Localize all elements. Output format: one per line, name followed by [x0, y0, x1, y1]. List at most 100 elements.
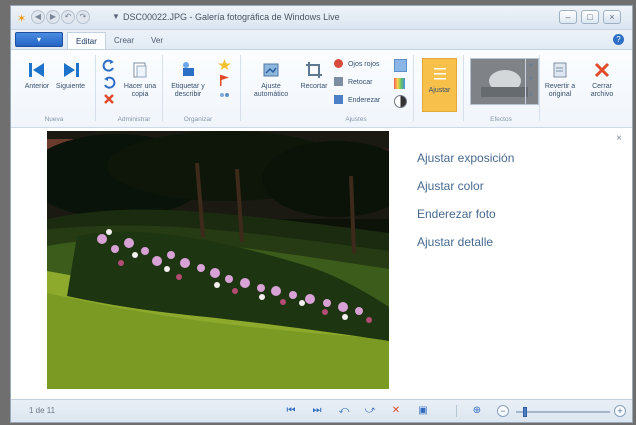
group-separator [95, 55, 96, 121]
next-icon [63, 63, 79, 77]
enderezar-label: Enderezar [347, 97, 381, 104]
fix-panel: Ajustar exposición Ajustar color Enderez… [417, 148, 514, 260]
undo-qa-icon[interactable]: ↶ [61, 10, 75, 24]
slideshow-icon[interactable]: ▣ [415, 404, 431, 418]
photo-canvas[interactable] [47, 131, 389, 389]
redo-qa-icon[interactable]: ↷ [76, 10, 90, 24]
group-separator [413, 55, 414, 121]
exposure-icon[interactable] [394, 59, 407, 72]
revertir-label: Revertir a original [544, 83, 576, 98]
forward-qa-icon[interactable]: ▶ [46, 10, 60, 24]
copy-icon [133, 62, 147, 78]
ajustar-label: Ajustar [428, 87, 451, 94]
contrast-icon[interactable] [394, 95, 407, 108]
ajuste-automatico-label: Ajuste automático [253, 83, 289, 98]
etiquetar-label: Etiquetar y describir [171, 83, 205, 98]
zoom-slider[interactable] [516, 407, 610, 417]
retouch-icon [334, 77, 343, 86]
cerrar-archivo-label: Cerrar archivo [590, 83, 614, 98]
favorite-icon[interactable] [217, 58, 232, 71]
recortar-label: Recortar [300, 83, 328, 90]
group-separator [240, 55, 241, 121]
adjust-detail-link[interactable]: Ajustar detalle [417, 232, 514, 260]
ojos-rojos-button[interactable]: Ojos rojos [334, 59, 379, 68]
close-window-button[interactable]: × [603, 10, 621, 24]
organize-small-tools [214, 58, 234, 106]
quick-access-dropdown-icon[interactable]: ▼ [112, 12, 120, 21]
title-bar: ✶ ◀ ▶ ↶ ↷ ▼ DSC00022.JPG - Galería fotog… [11, 6, 632, 30]
group-label-nueva: Nueva [44, 116, 64, 123]
zoom-out-icon[interactable]: − [497, 405, 509, 417]
anterior-label: Anterior [24, 83, 50, 90]
photo-view-area: × Ajustar exposición Ajustar color Ender… [11, 128, 632, 399]
rotate-left-icon[interactable] [102, 58, 116, 72]
delete-icon[interactable] [102, 92, 116, 106]
siguiente-button[interactable]: Siguiente [55, 60, 86, 91]
straighten-photo-link[interactable]: Enderezar foto [417, 204, 514, 232]
color-icon[interactable] [394, 78, 405, 89]
ajustar-button[interactable]: Ajustar [422, 58, 457, 112]
ojos-rojos-label: Ojos rojos [347, 61, 380, 68]
revert-icon [553, 62, 567, 78]
delete-status-icon[interactable]: ✕ [388, 404, 404, 418]
fix-panel-close-icon[interactable]: × [616, 133, 622, 144]
status-bar: 1 de 11 ⏮ ⏭ ⤺ ⤻ ✕ ▣ ⊕ − + [11, 399, 632, 422]
people-tag-icon[interactable] [217, 90, 232, 103]
help-icon[interactable]: ? [613, 34, 624, 45]
group-label-efectos: Efectos [490, 116, 512, 123]
first-photo-icon[interactable]: ⏮ [283, 404, 299, 418]
ribbon-tabs: ▾ Editar Crear Ver ? [11, 30, 632, 50]
effects-gallery-scroll[interactable]: ▲ ▼ ▾ [525, 59, 536, 104]
anterior-button[interactable]: Anterior [24, 60, 50, 91]
zoom-in-icon[interactable]: + [614, 405, 626, 417]
hacer-copia-label: Hacer una copia [123, 83, 157, 98]
tag-icon [183, 62, 194, 76]
next-photo-icon[interactable]: ⏭ [309, 404, 325, 418]
flag-icon[interactable] [217, 74, 232, 87]
status-separator [456, 405, 457, 417]
tab-editar[interactable]: Editar [67, 32, 106, 49]
actual-size-icon[interactable]: ⊕ [469, 404, 485, 418]
adjust-exposure-link[interactable]: Ajustar exposición [417, 148, 514, 176]
enderezar-button[interactable]: Enderezar [334, 95, 380, 104]
recortar-button[interactable]: Recortar [297, 60, 331, 91]
photo-gallery-window: ✶ ◀ ▶ ↶ ↷ ▼ DSC00022.JPG - Galería fotog… [10, 5, 633, 423]
adjust-color-link[interactable]: Ajustar color [417, 176, 514, 204]
crop-icon [306, 62, 322, 78]
group-separator [463, 55, 464, 121]
previous-icon [29, 63, 44, 77]
close-file-icon [594, 62, 610, 78]
back-qa-icon[interactable]: ◀ [31, 10, 45, 24]
fine-tune-icon [433, 68, 446, 80]
garden-photo [47, 131, 389, 389]
photo-gallery-icon: ✶ [17, 13, 27, 25]
rotate-right-status-icon[interactable]: ⤻ [362, 404, 378, 418]
etiquetar-button[interactable]: Etiquetar y describir [165, 60, 211, 99]
group-label-administrar: Administrar [117, 116, 151, 123]
group-separator [162, 55, 163, 121]
auto-adjust-icon [263, 63, 279, 77]
group-label-organizar: Organizar [183, 116, 213, 123]
retocar-label: Retocar [347, 79, 373, 86]
zoom-slider-thumb[interactable] [523, 407, 528, 417]
group-label-ajustes: Ajustes [345, 116, 367, 123]
hacer-copia-button[interactable]: Hacer una copia [118, 60, 162, 99]
minimize-button[interactable]: – [559, 10, 577, 24]
red-eye-icon [334, 59, 343, 68]
maximize-button[interactable]: □ [581, 10, 599, 24]
window-title: DSC00022.JPG - Galería fotográfica de Wi… [123, 12, 340, 22]
rotate-right-icon[interactable] [102, 75, 116, 89]
manage-small-tools [101, 58, 117, 109]
tab-crear[interactable]: Crear [106, 32, 142, 49]
retocar-button[interactable]: Retocar [334, 77, 372, 86]
tab-ver[interactable]: Ver [143, 32, 171, 49]
rotate-left-status-icon[interactable]: ⤺ [336, 404, 352, 418]
adjust-small-tools [394, 59, 410, 108]
ajuste-automatico-button[interactable]: Ajuste automático [250, 60, 292, 99]
revertir-button[interactable]: Revertir a original [542, 60, 578, 99]
ribbon: Anterior Siguiente Hacer una copia Etiqu… [11, 50, 632, 128]
app-menu-button[interactable]: ▾ [15, 32, 63, 47]
straighten-icon [334, 95, 343, 104]
cerrar-archivo-button[interactable]: Cerrar archivo [583, 60, 621, 99]
siguiente-label: Siguiente [55, 83, 86, 90]
